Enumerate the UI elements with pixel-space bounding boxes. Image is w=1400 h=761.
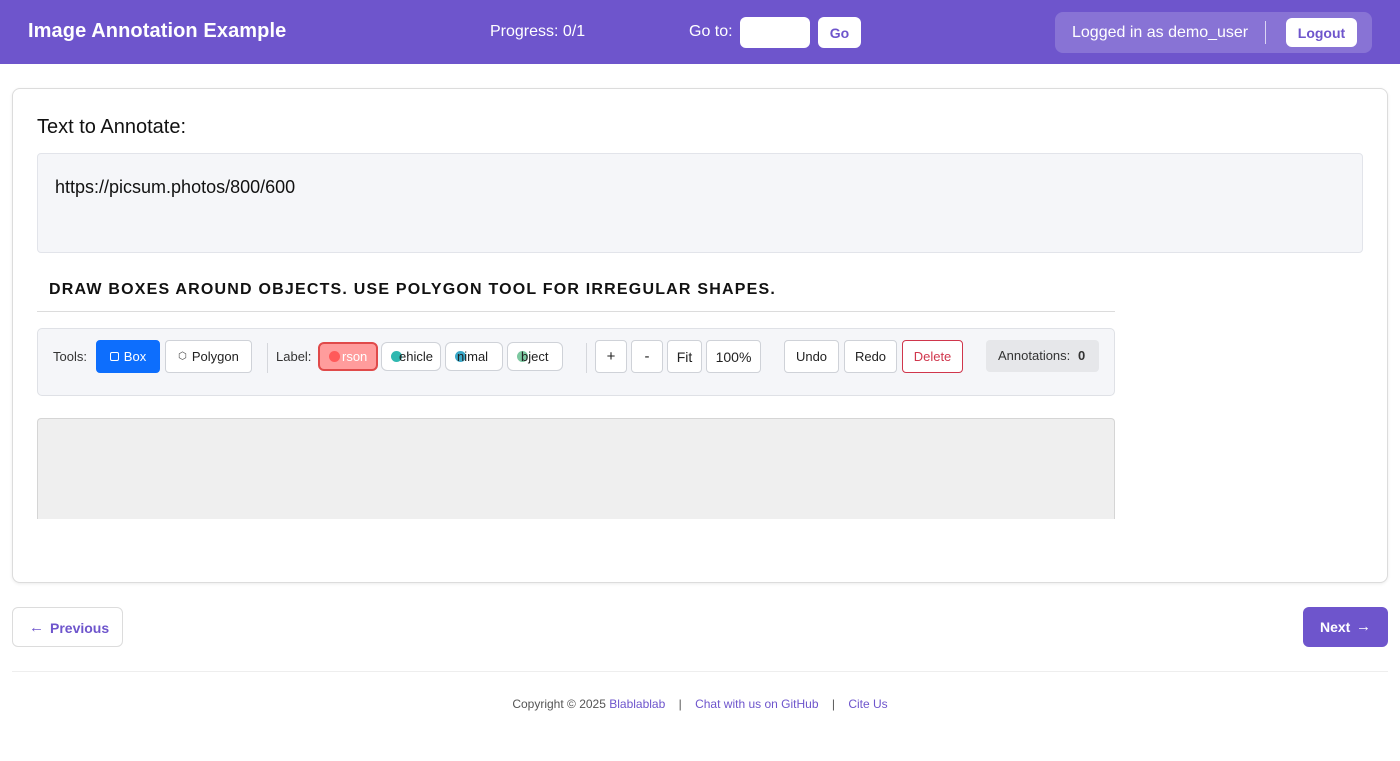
divider	[37, 311, 1115, 312]
cite-link[interactable]: Cite Us	[848, 697, 887, 711]
label-person-text: rson	[342, 349, 368, 364]
previous-button[interactable]: ← Previous	[12, 607, 123, 647]
logged-in-user: Logged in as demo_user	[1072, 24, 1249, 41]
github-chat-link[interactable]: Chat with us on GitHub	[695, 697, 818, 711]
delete-button[interactable]: Delete	[902, 340, 963, 373]
top-header: Image Annotation Example Progress: 0/1 G…	[0, 0, 1400, 64]
instructions: DRAW BOXES AROUND OBJECTS. USE POLYGON T…	[49, 281, 776, 298]
arrow-right-icon: →	[1356, 618, 1371, 635]
label-person-button[interactable]: rson	[318, 342, 378, 371]
next-label: Next	[1320, 619, 1351, 635]
label-vehicle-button[interactable]: ehicle	[381, 342, 441, 371]
footer-separator: |	[831, 697, 835, 711]
label-color-dot	[329, 351, 340, 362]
tools-label: Tools:	[53, 349, 87, 364]
text-to-annotate: https://picsum.photos/800/600	[55, 177, 296, 197]
annotations-count-badge: Annotations: 0	[986, 340, 1099, 372]
polygon-tool-button[interactable]: ⬡ Polygon	[165, 340, 252, 373]
text-to-annotate-box: https://picsum.photos/800/600	[37, 153, 1363, 253]
next-button[interactable]: Next →	[1303, 607, 1388, 647]
box-tool-label: Box	[123, 349, 147, 364]
go-button[interactable]: Go	[818, 17, 861, 48]
label-object-button[interactable]: bject	[507, 342, 563, 371]
annotation-card: Text to Annotate: https://picsum.photos/…	[12, 88, 1388, 583]
label-vehicle-text: ehicle	[399, 349, 433, 364]
brand-link[interactable]: Blablablab	[609, 697, 665, 711]
footer: Copyright © 2025 Blablablab | Chat with …	[0, 697, 1400, 711]
zoom-in-button[interactable]: +	[595, 340, 627, 373]
toolbar-separator	[267, 343, 268, 373]
user-panel: Logged in as demo_user Logout	[1055, 12, 1372, 53]
label-label: Label:	[276, 349, 312, 364]
footer-divider	[12, 671, 1388, 672]
goto-input[interactable]	[740, 17, 810, 48]
label-animal-button[interactable]: nimal	[445, 342, 503, 371]
copyright-text: Copyright © 2025	[512, 697, 606, 711]
annotation-toolbar: Tools: Box ⬡ Polygon Label: rson ehicle …	[37, 328, 1115, 396]
annotation-canvas[interactable]	[37, 418, 1115, 519]
arrow-left-icon: ←	[29, 619, 44, 636]
square-icon	[109, 352, 119, 361]
hexagon-icon: ⬡	[178, 351, 187, 362]
app-title: Image Annotation Example	[28, 20, 287, 42]
polygon-tool-label: Polygon	[191, 349, 239, 364]
zoom-level-button[interactable]: 100%	[706, 340, 761, 373]
annotations-count: 0	[1078, 348, 1086, 363]
redo-button[interactable]: Redo	[844, 340, 897, 373]
logout-button[interactable]: Logout	[1286, 18, 1357, 47]
footer-separator: |	[678, 697, 682, 711]
goto-label: Go to:	[689, 23, 733, 40]
label-object-text: bject	[521, 349, 549, 364]
progress-indicator: Progress: 0/1	[490, 23, 586, 40]
box-tool-button[interactable]: Box	[96, 340, 160, 373]
previous-label: Previous	[50, 620, 110, 636]
section-title: Text to Annotate:	[37, 116, 186, 138]
label-animal-text: nimal	[457, 349, 489, 364]
annotations-label: Annotations:	[998, 348, 1071, 363]
fit-button[interactable]: Fit	[667, 340, 702, 373]
toolbar-separator	[586, 343, 587, 373]
undo-button[interactable]: Undo	[784, 340, 839, 373]
zoom-out-button[interactable]: -	[631, 340, 663, 373]
user-divider	[1265, 21, 1266, 44]
